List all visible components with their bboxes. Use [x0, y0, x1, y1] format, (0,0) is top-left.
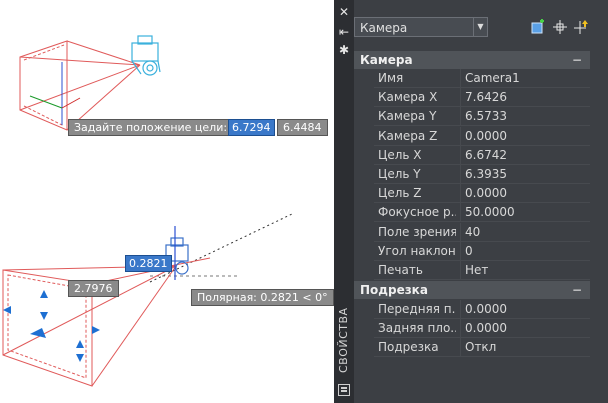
target-y-input[interactable]: 6.4484	[277, 119, 328, 136]
property-row[interactable]: Поле зрения 40	[354, 222, 590, 242]
property-value[interactable]: 0.0000	[460, 319, 590, 339]
distance-input[interactable]: 0.2821	[125, 255, 172, 272]
section-clipping[interactable]: Подрезка −	[354, 281, 590, 299]
section-clipping-title: Подрезка	[360, 283, 428, 297]
property-row[interactable]: Печать Нет	[354, 261, 590, 280]
property-row[interactable]: Камера Z 0.0000	[354, 126, 590, 146]
collapse-icon[interactable]: −	[572, 51, 582, 69]
target-prompt-label: Задайте положение цели:	[68, 119, 234, 136]
property-row[interactable]: Камера X 7.6426	[354, 88, 590, 108]
section-camera[interactable]: Камера −	[354, 51, 590, 69]
viewport-graphics	[2, 35, 293, 387]
target-x-input[interactable]: 6.7294	[228, 119, 275, 136]
property-value[interactable]: 6.3935	[460, 165, 590, 184]
property-row[interactable]: Цель Y 6.3935	[354, 165, 590, 184]
property-value[interactable]: 0	[460, 241, 590, 261]
property-value[interactable]: 50.0000	[460, 203, 590, 223]
property-label: Фокусное р...	[378, 205, 456, 220]
property-row[interactable]: Угол наклона 0	[354, 241, 590, 261]
property-label: Цель X	[378, 147, 422, 162]
property-label: Камера X	[378, 90, 438, 105]
section-camera-title: Камера	[360, 53, 413, 67]
property-row[interactable]: Задняя пло... 0.0000	[354, 319, 590, 339]
property-value[interactable]: Откл	[460, 338, 590, 358]
property-row[interactable]: Подрезка Откл	[354, 338, 590, 358]
pick-point-icon[interactable]	[552, 19, 568, 35]
object-type-dropdown[interactable]: Камера ▼	[354, 17, 488, 37]
property-label: Камера Z	[378, 128, 438, 143]
quick-select-icon[interactable]	[574, 19, 590, 35]
property-label: Цель Z	[378, 186, 422, 201]
frustum-grips	[3, 290, 100, 362]
polar-tracking-tooltip: Полярная: 0.2821 < 0°	[191, 289, 334, 306]
property-value[interactable]: 0.0000	[460, 300, 590, 319]
top-camera-glyph	[131, 35, 161, 76]
property-value[interactable]: Нет	[460, 261, 590, 280]
drawing-viewport[interactable]: Задайте положение цели: 6.7294 6.4484 0.…	[0, 0, 334, 403]
property-row[interactable]: Камера Y 6.5733	[354, 107, 590, 127]
property-row[interactable]: Цель X 6.6742	[354, 145, 590, 165]
top-camera-frustum	[19, 40, 141, 131]
select-objects-icon[interactable]	[530, 19, 546, 35]
property-value[interactable]: Camera1	[460, 69, 590, 88]
top-ucs-axes	[29, 62, 81, 125]
property-label: Подрезка	[378, 340, 439, 355]
settings-icon[interactable]: ✱	[337, 43, 351, 57]
property-value[interactable]: 0.0000	[460, 184, 590, 204]
property-value[interactable]: 40	[460, 222, 590, 242]
object-type-value: Камера	[360, 21, 408, 35]
collapse-icon[interactable]: −	[572, 281, 582, 299]
property-value[interactable]: 6.5733	[460, 107, 590, 127]
chevron-down-icon[interactable]: ▼	[473, 18, 487, 36]
palette-title: СВОЙСТВА	[337, 307, 350, 373]
property-label: Печать	[378, 263, 423, 277]
property-label: Угол наклона	[378, 243, 456, 258]
property-label: Задняя пло...	[378, 321, 456, 336]
property-label: Передняя п...	[378, 302, 456, 316]
close-icon[interactable]: ✕	[337, 5, 351, 19]
property-label: Камера Y	[378, 109, 437, 124]
length-readout: 2.7976	[68, 280, 119, 297]
palette-title-strip[interactable]: ✕ ⇤ ✱ СВОЙСТВА	[334, 0, 354, 403]
palette-menu-icon[interactable]	[338, 384, 350, 396]
property-row[interactable]: Передняя п... 0.0000	[354, 300, 590, 319]
property-value[interactable]: 0.0000	[460, 126, 590, 146]
property-row[interactable]: Имя Camera1	[354, 69, 590, 88]
autohide-icon[interactable]: ⇤	[337, 25, 351, 39]
property-label: Имя	[378, 71, 404, 85]
property-value[interactable]: 7.6426	[460, 88, 590, 108]
property-value[interactable]: 6.6742	[460, 145, 590, 165]
bottom-camera-frustum	[2, 257, 211, 387]
property-label: Цель Y	[378, 167, 421, 181]
property-label: Поле зрения	[378, 224, 456, 239]
properties-palette: ✕ ⇤ ✱ СВОЙСТВА Камера ▼ Камера − Имя Came…	[334, 0, 608, 403]
property-row[interactable]: Фокусное р... 50.0000	[354, 203, 590, 223]
property-row[interactable]: Цель Z 0.0000	[354, 184, 590, 204]
